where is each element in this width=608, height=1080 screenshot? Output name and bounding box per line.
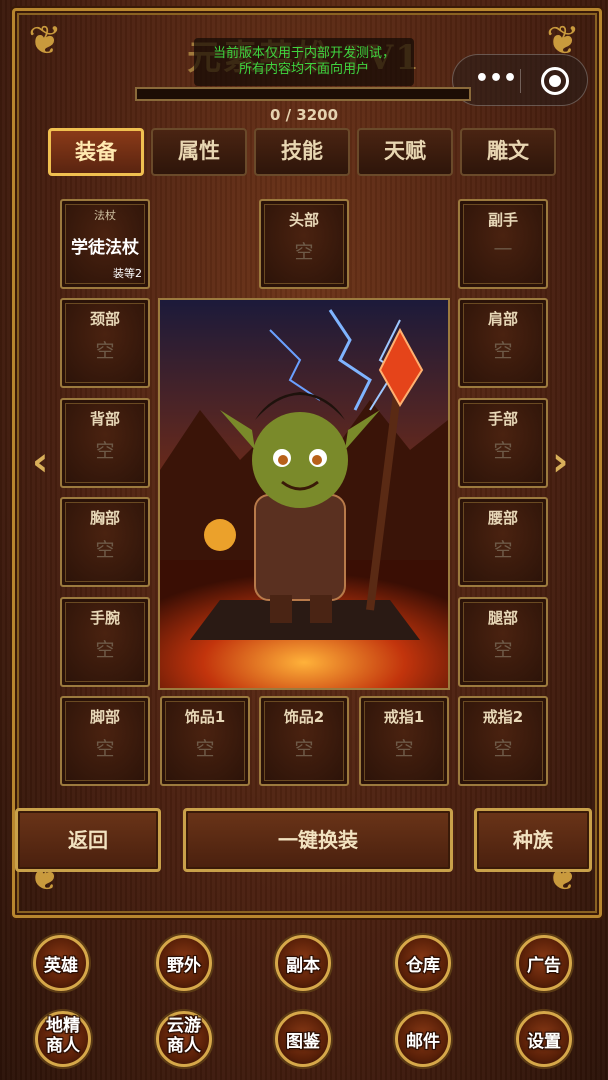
nav-codex-button[interactable]: 图鉴 [272, 1008, 334, 1070]
miniprogram-capsule: ••• [452, 54, 588, 106]
tab-skills[interactable]: 技能 [254, 128, 350, 176]
nav-label: 邮件 [406, 1032, 440, 1052]
slot-value: 空 [493, 539, 513, 561]
slot-label: 戒指2 [482, 708, 524, 726]
tab-talents[interactable]: 天赋 [357, 128, 453, 176]
slot-trinket2[interactable]: 饰品2 空 [259, 696, 349, 786]
slot-value: 空 [95, 639, 115, 661]
nav-label: 广告 [527, 956, 561, 976]
slot-ring1[interactable]: 戒指1 空 [359, 696, 449, 786]
slot-label: 脚部 [89, 708, 120, 726]
auto-equip-button[interactable]: 一键换装 [183, 808, 453, 872]
slot-value: — [493, 237, 513, 259]
nav-label: 野外 [167, 956, 201, 976]
nav-goblin-merchant-button[interactable]: 地精 商人 [32, 1008, 94, 1070]
slot-value: 空 [294, 738, 314, 760]
nav-label-line: 云游 [167, 1016, 201, 1036]
slot-value: 空 [493, 340, 513, 362]
slot-value: 空 [493, 639, 513, 661]
nav-label: 地精 商人 [22, 1016, 104, 1056]
slot-weapon-name: 学徒法杖 [71, 238, 139, 258]
slot-label: 饰品2 [283, 708, 325, 726]
nav-ad-button[interactable]: 广告 [513, 932, 575, 994]
slot-head[interactable]: 头部 空 [259, 199, 349, 289]
slot-hands[interactable]: 手部 空 [458, 398, 548, 488]
slot-value: 空 [493, 738, 513, 760]
nav-label-line: 商人 [46, 1036, 80, 1056]
nav-label: 图鉴 [286, 1032, 320, 1052]
tab-attributes[interactable]: 属性 [151, 128, 247, 176]
slot-label: 副手 [487, 211, 518, 229]
slot-label: 腿部 [487, 609, 518, 627]
slot-label: 背部 [89, 410, 120, 428]
slot-shoulder[interactable]: 肩部 空 [458, 298, 548, 388]
slot-back[interactable]: 背部 空 [60, 398, 150, 488]
dev-notice-line: 所有内容均不面向用户 [238, 62, 369, 77]
slot-label: 胸部 [89, 509, 120, 527]
slot-label: 饰品1 [184, 708, 226, 726]
slot-weapon-type: 法杖 [94, 209, 116, 222]
capsule-divider [520, 69, 521, 93]
slot-label: 腰部 [487, 509, 518, 527]
slot-value: 空 [95, 340, 115, 362]
slot-trinket1[interactable]: 饰品1 空 [160, 696, 250, 786]
slot-wrist[interactable]: 手腕 空 [60, 597, 150, 687]
nav-label-line: 地精 [46, 1016, 80, 1036]
slot-value: 空 [195, 738, 215, 760]
slot-value: 空 [394, 738, 414, 760]
slot-feet[interactable]: 脚部 空 [60, 696, 150, 786]
nav-label: 设置 [527, 1032, 561, 1052]
nav-dungeon-button[interactable]: 副本 [272, 932, 334, 994]
slot-offhand[interactable]: 副手 — [458, 199, 548, 289]
nav-mail-button[interactable]: 邮件 [392, 1008, 454, 1070]
next-hero-arrow[interactable]: › [552, 442, 568, 482]
slot-label: 颈部 [89, 310, 120, 328]
slot-chest[interactable]: 胸部 空 [60, 497, 150, 587]
nav-wandering-merchant-button[interactable]: 云游 商人 [153, 1008, 215, 1070]
dev-notice-line: 当前版本仅用于内部开发测试， [212, 46, 395, 61]
more-options-button[interactable]: ••• [471, 68, 521, 93]
slot-value: 空 [95, 738, 115, 760]
slot-weapon-req: 装等2 [113, 267, 142, 280]
slot-label: 手腕 [89, 609, 120, 627]
slot-ring2[interactable]: 戒指2 空 [458, 696, 548, 786]
nav-label: 仓库 [406, 956, 440, 976]
orc-mage-illustration [160, 300, 448, 688]
slot-label: 肩部 [487, 310, 518, 328]
slot-value: 空 [294, 241, 314, 263]
xp-text: 0 / 3200 [269, 106, 339, 124]
prev-hero-arrow[interactable]: ‹ [32, 442, 48, 482]
race-button[interactable]: 种族 [474, 808, 592, 872]
nav-warehouse-button[interactable]: 仓库 [392, 932, 454, 994]
slot-label: 手部 [487, 410, 518, 428]
slot-value: 空 [95, 539, 115, 561]
nav-label: 副本 [286, 956, 320, 976]
slot-legs[interactable]: 腿部 空 [458, 597, 548, 687]
tab-equipment[interactable]: 装备 [48, 128, 144, 176]
close-miniprogram-icon[interactable] [541, 67, 569, 95]
slot-weapon[interactable]: 法杖 学徒法杖 装等2 [60, 199, 150, 289]
nav-label: 英雄 [44, 956, 78, 976]
nav-settings-button[interactable]: 设置 [513, 1008, 575, 1070]
slot-waist[interactable]: 腰部 空 [458, 497, 548, 587]
slot-label: 头部 [288, 211, 319, 229]
tab-glyphs[interactable]: 雕文 [460, 128, 556, 176]
nav-label-line: 商人 [167, 1036, 201, 1056]
hero-portrait [158, 298, 450, 690]
nav-wild-button[interactable]: 野外 [153, 932, 215, 994]
slot-label: 戒指1 [383, 708, 425, 726]
dev-notice: 当前版本仅用于内部开发测试， 所有内容均不面向用户 [194, 38, 414, 86]
nav-hero-button[interactable]: 英雄 [30, 932, 92, 994]
xp-bar [135, 87, 471, 101]
back-button[interactable]: 返回 [15, 808, 161, 872]
slot-neck[interactable]: 颈部 空 [60, 298, 150, 388]
nav-label: 云游 商人 [143, 1016, 225, 1056]
slot-value: 空 [95, 440, 115, 462]
slot-value: 空 [493, 440, 513, 462]
